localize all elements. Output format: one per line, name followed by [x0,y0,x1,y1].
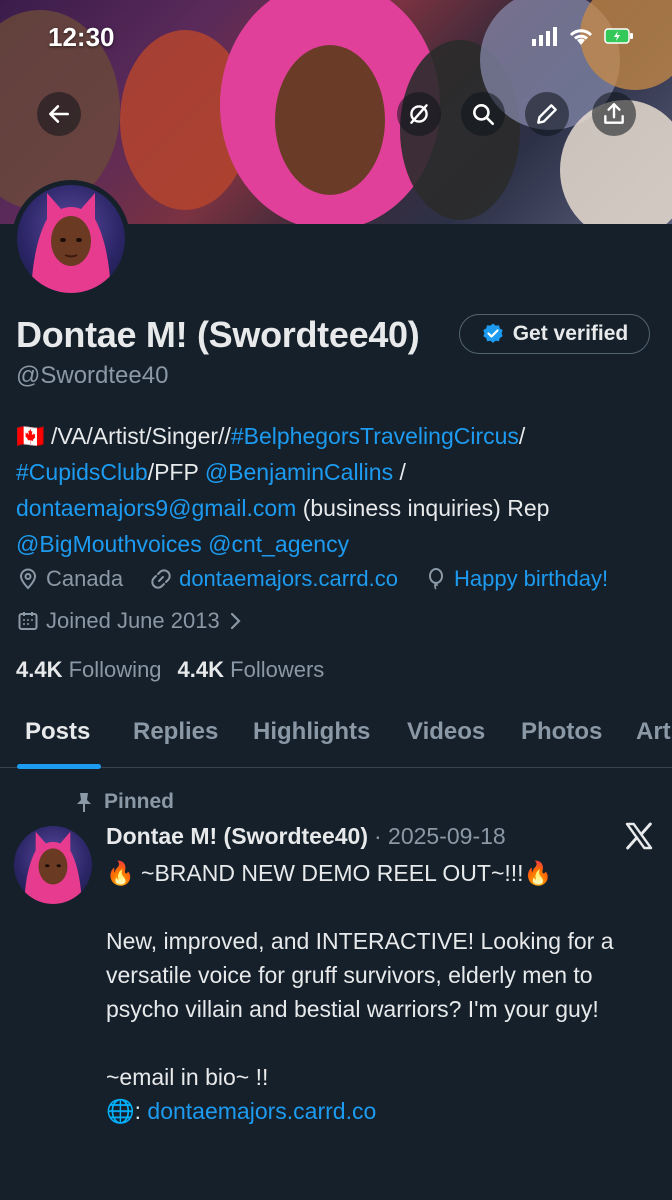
joined-text: Joined June 2013 [46,608,220,633]
tab-posts[interactable]: Posts [25,718,90,746]
x-logo-icon [625,822,653,850]
profile-bio: 🇨🇦 /VA/Artist/Singer//#BelphegorsTraveli… [16,418,656,562]
post-author-avatar[interactable] [14,826,92,904]
profile-avatar[interactable] [12,180,130,298]
pinned-label: Pinned [104,790,175,813]
back-button[interactable] [37,92,81,136]
tab-photos[interactable]: Photos [521,718,602,746]
joined-date[interactable]: Joined June 2013 [16,608,244,634]
pinned-indicator: Pinned [74,790,174,814]
signal-icon [532,27,557,46]
hashtag-link[interactable]: #CupidsClub [16,459,148,485]
verified-badge-icon [483,323,503,343]
website-link[interactable]: dontaemajors.carrd.co [179,566,398,592]
mention-link[interactable]: @cnt_agency [208,531,349,557]
email-link[interactable]: dontaemajors9@gmail.com [16,495,296,521]
bio-text: /VA/Artist/Singer// [44,423,231,449]
status-time: 12:30 [48,22,115,52]
bio-text: / [518,423,526,449]
birthday-link[interactable]: Happy birthday! [454,566,608,592]
grok-icon [410,104,428,124]
post-line: New, improved, and INTERACTIVE! Looking … [106,928,614,1022]
tab-highlights[interactable]: Highlights [253,718,370,746]
mention-link[interactable]: @BenjaminCallins [205,459,393,485]
link-icon [151,569,171,589]
chevron-right-icon [230,612,241,630]
hashtag-link[interactable]: #BelphegorsTravelingCircus [231,423,519,449]
search-button[interactable] [461,92,505,136]
battery-icon [604,28,633,44]
location: Canada [16,566,123,592]
pin-icon [77,793,91,812]
post-line: ~email in bio~ !! [106,1064,269,1090]
globe-prefix: 🌐: [106,1098,148,1124]
system-icons [532,26,634,46]
following-count[interactable]: 4.4K Following [16,657,162,683]
edit-button[interactable] [525,92,569,136]
profile-handle: @Swordtee40 [16,362,169,389]
post-header: Dontae M! (Swordtee40) · 2025-09-18 [106,823,506,850]
search-icon [473,104,495,126]
post-text[interactable]: 🔥 ~BRAND NEW DEMO REEL OUT~!!!🔥 New, imp… [106,856,656,1128]
grok-button[interactable] [397,92,441,136]
get-verified-label: Get verified [512,322,629,345]
location-text: Canada [46,566,124,591]
status-bar: 12:30 [0,22,672,58]
post-link[interactable]: dontaemajors.carrd.co [147,1098,376,1124]
tab-videos[interactable]: Videos [407,718,485,746]
tab-replies[interactable]: Replies [133,718,218,746]
location-pin-icon [19,568,37,590]
birthday[interactable]: Happy birthday! [424,566,608,592]
pencil-icon [537,104,557,124]
share-icon [604,103,624,124]
tab-art[interactable]: Art [636,718,671,746]
active-tab-indicator [17,764,101,769]
post-author-name[interactable]: Dontae M! (Swordtee40) [106,823,368,850]
mention-link[interactable]: @BigMouthvoices [16,531,202,557]
share-button[interactable] [592,92,636,136]
website[interactable]: dontaemajors.carrd.co [149,566,398,592]
profile-tabs: Posts Replies Highlights Videos Photos A… [0,700,672,768]
avatar-image [17,185,125,293]
followers-count[interactable]: 4.4K Followers [178,657,325,683]
arrow-left-icon [49,105,69,123]
post-line: 🔥 ~BRAND NEW DEMO REEL OUT~!!!🔥 [106,860,553,886]
display-name: Dontae M! (Swordtee40) [16,314,420,355]
bio-text: (business inquiries) Rep [296,495,550,521]
post-date: · 2025-09-18 [373,823,506,849]
wifi-icon [569,29,593,45]
bio-text: /PFP [147,459,205,485]
balloon-icon [428,568,443,590]
get-verified-button[interactable]: Get verified [459,314,650,354]
calendar-icon [18,612,38,630]
bio-text: / [393,459,406,485]
canada-flag-icon: 🇨🇦 [16,423,45,449]
